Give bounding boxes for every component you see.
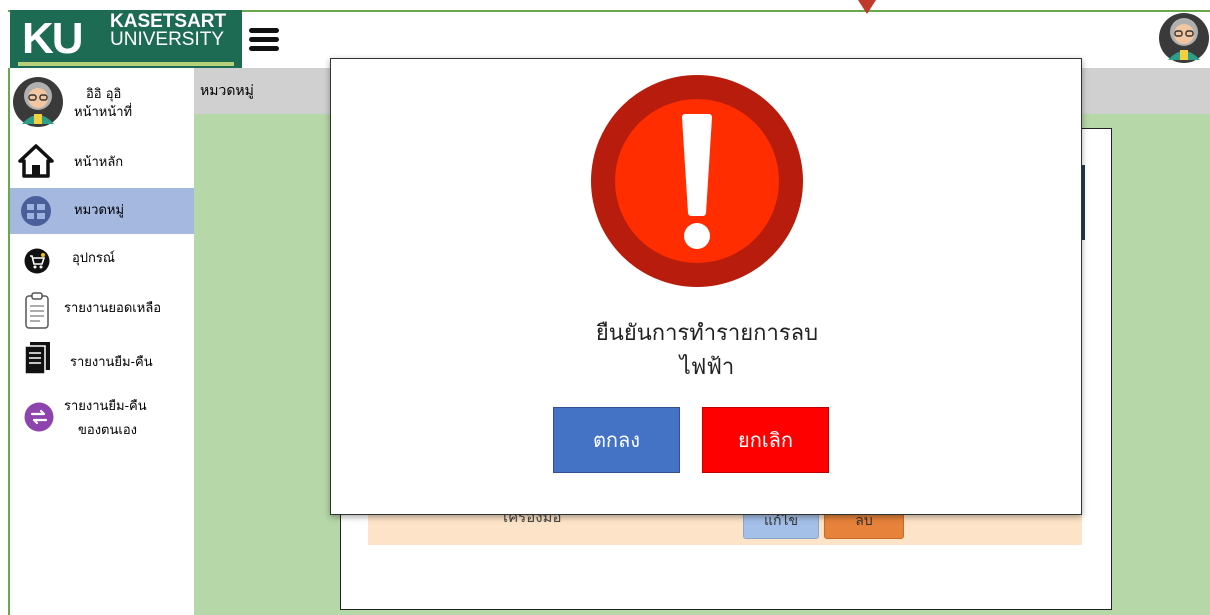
swap-icon [24,402,54,432]
confirm-message: ยืนยันการทำรายการลบ ไฟฟ้า [331,317,1083,385]
sidebar-item-label-line1: รายงานยืม-คืน [64,399,147,414]
warning-exclamation-icon [591,75,803,287]
breadcrumb: หมวดหมู่ [200,83,254,99]
sidebar: อิอิ อุอิ หน้าหน้าที่ หน้าหลัก หมวดหมู่ … [8,68,194,615]
confirm-delete-dialog: ยืนยันการทำรายการลบ ไฟฟ้า ตกลง ยกเลิก [330,58,1082,515]
sidebar-item-label: รายงานยอดเหลือ [64,301,162,316]
user-profile[interactable]: อิอิ อุอิ หน้าหน้าที่ [10,72,194,132]
cancel-button[interactable]: ยกเลิก [702,407,829,473]
university-logo: KU KASETSART UNIVERSITY [10,10,242,68]
logo-stripe [18,62,234,66]
logo-line-2: UNIVERSITY [110,29,225,50]
sidebar-item-label-line2: ของตนเอง [78,423,137,438]
sidebar-item-label: รายงานยืม-คืน [70,355,153,370]
home-icon [18,144,54,178]
documents-icon [24,342,50,375]
user-avatar-icon [13,77,63,127]
sidebar-item-label: หมวดหมู่ [74,203,125,218]
sidebar-item-own-borrow-report[interactable]: รายงานยืม-คืน ของตนเอง [10,390,194,450]
hamburger-icon[interactable] [249,28,279,56]
sidebar-item-borrow-report[interactable]: รายงานยืม-คืน [10,336,194,386]
sidebar-item-home[interactable]: หน้าหลัก [10,138,194,186]
cart-icon [24,248,50,274]
user-role: หน้าหน้าที่ [74,105,133,120]
category-icon [21,196,51,226]
sidebar-item-label: หน้าหลัก [74,155,124,170]
arrow-down-icon [858,0,876,14]
ok-button[interactable]: ตกลง [553,407,680,473]
confirm-message-line1: ยืนยันการทำรายการลบ [595,321,819,346]
sidebar-item-balance-report[interactable]: รายงานยอดเหลือ [10,288,194,334]
sidebar-item-label: อุปกรณ์ [72,251,115,266]
sidebar-item-equipment[interactable]: อุปกรณ์ [10,238,194,284]
logo-mark: KU [22,14,84,63]
user-avatar-icon[interactable] [1158,12,1210,64]
user-name: อิอิ อุอิ [86,87,122,102]
confirm-message-line2: ไฟฟ้า [679,355,735,380]
sidebar-item-category[interactable]: หมวดหมู่ [10,188,194,234]
clipboard-icon [25,292,49,329]
